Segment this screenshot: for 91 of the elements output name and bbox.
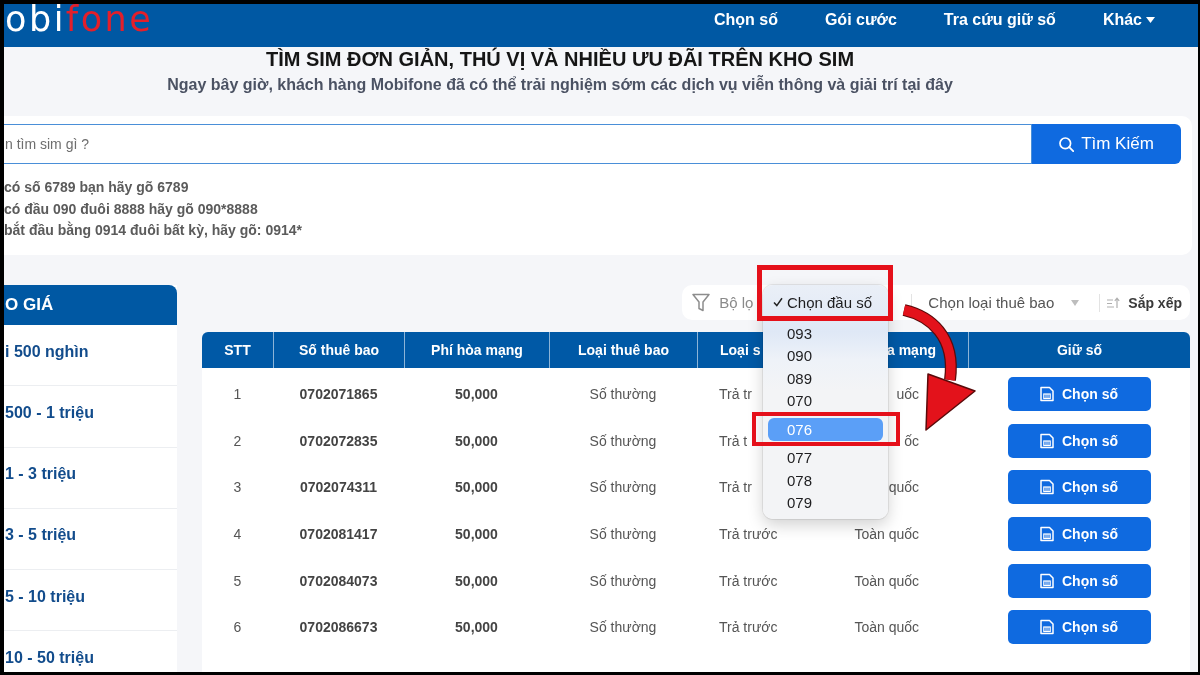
select-number-button[interactable]: Chọn số (1007, 517, 1151, 552)
column-header: Loại thuê bao (578, 342, 669, 358)
table-cell: 50,000 (455, 572, 498, 589)
table-cell: Trả trước (719, 526, 778, 543)
dropdown-option[interactable]: 078 (768, 469, 883, 492)
check-icon (773, 297, 783, 307)
table-cell: Toàn quốc (854, 572, 919, 589)
table-cell: 5 (233, 572, 242, 589)
sim-card-icon (1040, 386, 1054, 403)
caret-icon (1071, 299, 1080, 306)
search-icon (1059, 136, 1075, 152)
table-cell: Trả trước (719, 572, 778, 589)
column-header: STT (224, 342, 251, 358)
nav-link[interactable]: Chọn số (713, 9, 778, 31)
dropdown-option[interactable]: Chọn đầu số (768, 290, 883, 314)
dropdown-option[interactable]: 093 (768, 322, 883, 345)
table-cell: 0702071865 (299, 386, 378, 403)
subscriber-type-dropdown[interactable]: Chọn loại thuê bao (928, 294, 1080, 311)
sort-icon (1107, 296, 1121, 309)
select-number-button[interactable]: Chọn số (1007, 470, 1151, 505)
table-cell: Số thường (589, 572, 657, 589)
nav-link[interactable]: Gói cước (824, 9, 897, 31)
table-cell: 50,000 (455, 479, 498, 496)
table-cell: Trả tr (719, 386, 752, 403)
sidebar-item[interactable]: 10 - 50 triệu (4, 631, 177, 672)
caret-icon (1146, 17, 1155, 23)
sidebar-item[interactable]: 1 - 3 triệu (4, 447, 177, 509)
table-cell: Toàn quốc (854, 619, 919, 636)
table-cell: Trả t (719, 432, 748, 449)
table-cell: Trả tr (719, 479, 752, 496)
table-cell: Số thường (589, 432, 657, 449)
column-header: a mạng (887, 342, 936, 358)
sidebar-item[interactable]: 3 - 5 triệu (4, 508, 177, 571)
table-cell: 0702081417 (299, 526, 378, 543)
funnel-icon (692, 293, 711, 312)
sidebar-header: O GIÁ (4, 285, 177, 325)
table-cell: Số thường (589, 479, 657, 496)
table-cell: Toàn quốc (854, 526, 919, 543)
table-cell: Số thường (589, 619, 657, 636)
sidebar-item[interactable]: i 500 nghìn (4, 325, 177, 387)
column-header: Phí hòa mạng (431, 342, 523, 358)
sim-card-icon (1040, 479, 1054, 496)
select-number-button[interactable]: Chọn số (1007, 610, 1151, 645)
table-cell: Trả trước (719, 619, 778, 636)
table-cell: ốc (904, 432, 919, 449)
sort-button[interactable]: Sắp xếp (1107, 294, 1182, 311)
select-number-button[interactable]: Chọn số (1007, 423, 1151, 458)
hint-text: bắt đầu bằng 0914 đuôi bất kỳ, hãy gõ: 0914* (4, 220, 303, 240)
table-cell: 2 (233, 432, 242, 449)
table-cell: 3 (233, 479, 242, 496)
table-cell: 0702072835 (299, 432, 378, 449)
table-cell: 50,000 (455, 386, 498, 403)
select-number-button[interactable]: Chọn số (1007, 563, 1151, 598)
brand-logo[interactable]: obifone (5, 4, 154, 37)
table-cell: uốc (896, 386, 919, 403)
column-header: Số thuê bao (298, 342, 380, 358)
page-title: TÌM SIM ĐƠN GIẢN, THÚ VỊ VÀ NHIỀU ƯU ĐÃI TRÊN KHO SIM (265, 49, 855, 69)
sidebar-item[interactable]: 500 - 1 triệu (4, 386, 177, 448)
nav-menu[interactable]: Khác (1102, 9, 1155, 31)
column-header: Loại s (720, 342, 761, 358)
sim-card-icon (1040, 619, 1054, 636)
table-cell: Số thường (589, 386, 657, 403)
table-cell: 1 (233, 386, 242, 403)
table-cell: Số thường (589, 526, 657, 543)
select-number-button[interactable]: Chọn số (1007, 377, 1151, 412)
table-cell: 0702086673 (299, 619, 378, 636)
table-cell: 6 (233, 619, 242, 636)
nav-link[interactable]: Tra cứu giữ số (943, 9, 1056, 31)
dropdown-option[interactable]: 077 (768, 446, 883, 469)
hint-text: có số 6789 bạn hãy gõ 6789 (4, 178, 190, 197)
search-button[interactable]: Tìm Kiếm (1032, 124, 1181, 164)
sim-card-icon (1040, 572, 1054, 589)
filter-label: Bộ lọ (719, 294, 754, 311)
dropdown-option[interactable]: 070 (768, 389, 883, 412)
table-cell: 0702074311 (299, 479, 378, 496)
dropdown-option[interactable]: 090 (768, 344, 883, 367)
table-cell: 0702084073 (299, 572, 378, 589)
dropdown-option[interactable]: 089 (768, 367, 883, 390)
table-cell: 50,000 (455, 432, 498, 449)
subtitle-text: Ngay bây giờ, khách hàng Mobifone đã có thể trải nghiệm sớm các dịch vụ viễn thông và giải trí tại đây (167, 74, 953, 95)
table-cell: 4 (233, 526, 242, 543)
sidebar-item[interactable]: 5 - 10 triệu (4, 570, 177, 632)
column-header: Giữ số (1056, 342, 1103, 358)
hint-text: có đầu 090 đuôi 8888 hãy gõ 090*8888 (4, 199, 259, 219)
table-cell: 50,000 (455, 526, 498, 543)
table-cell: 50,000 (455, 619, 498, 636)
table-cell: quốc (888, 479, 919, 496)
sim-card-icon (1040, 526, 1054, 543)
search-field[interactable]: n tìm sim gì ? (4, 124, 1032, 164)
dropdown-option[interactable]: 079 (768, 491, 883, 514)
sim-card-icon (1040, 432, 1054, 449)
